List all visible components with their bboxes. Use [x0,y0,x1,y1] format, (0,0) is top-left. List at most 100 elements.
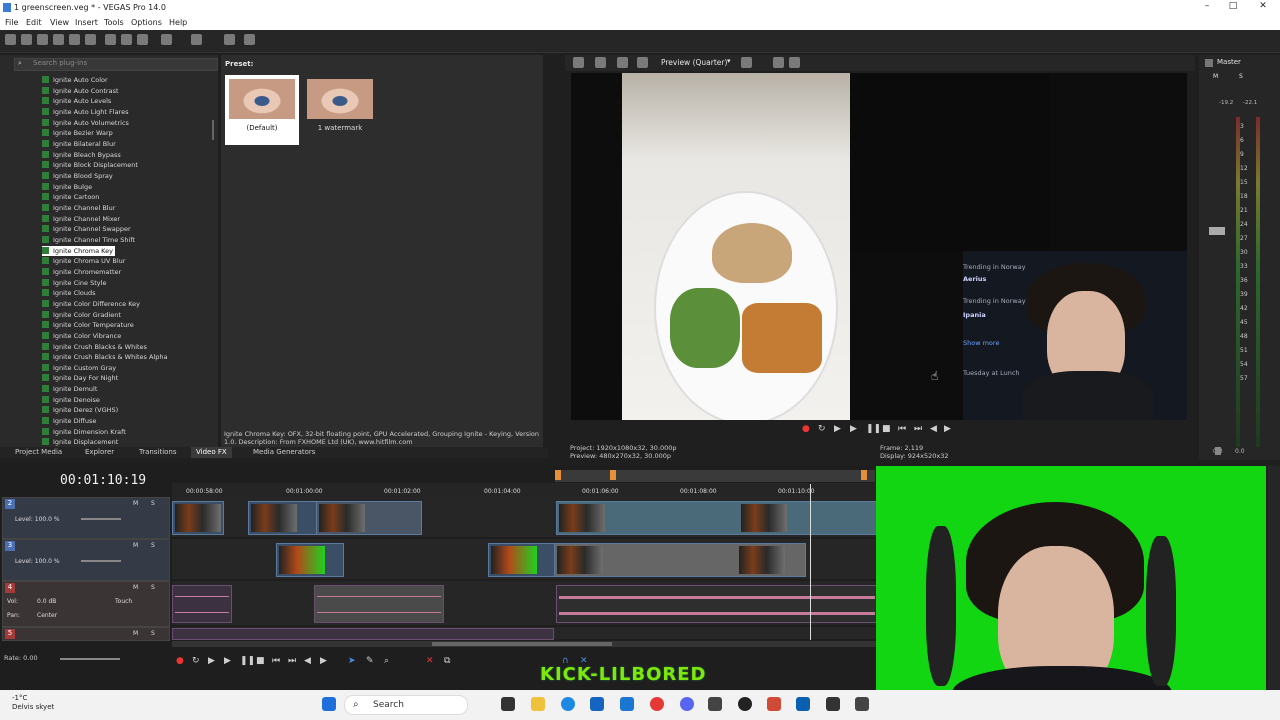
level-slider[interactable] [81,560,121,562]
loop-end-marker[interactable] [861,470,867,480]
track-solo-button[interactable]: S [151,500,155,507]
loop-region-marker[interactable] [610,470,616,480]
track-solo-button[interactable]: S [151,630,155,637]
save-icon[interactable] [37,34,48,45]
loop-icon[interactable]: ↻ [818,424,826,434]
fx-list-item[interactable]: Ignite Color Vibrance [42,331,121,341]
fx-list-item[interactable]: Ignite Channel Blur [42,203,115,213]
video-clip[interactable] [248,501,318,535]
pause-icon[interactable]: ❚❚ [866,424,881,434]
track-solo-button[interactable]: S [151,542,155,549]
fx-list-item[interactable]: Ignite Channel Mixer [42,214,120,224]
loop-icon[interactable]: ↻ [192,656,200,666]
fx-list-item[interactable]: Ignite Chromematter [42,267,121,277]
app-icon[interactable] [826,697,840,711]
redo-icon[interactable] [191,34,202,45]
timeline-ruler[interactable]: 00:00:58:00 00:01:00:00 00:01:02:00 00:0… [172,483,878,497]
video-clip[interactable] [554,543,806,577]
obs-icon[interactable] [738,697,752,711]
whats-this-help-icon[interactable] [244,34,255,45]
fx-list-item[interactable]: Ignite Cartoon [42,192,99,202]
fx-list-item[interactable]: Ignite Auto Volumetrics [42,118,129,128]
go-to-end-icon[interactable]: ⏭ [288,656,296,666]
fx-list-item[interactable]: Ignite Crush Blacks & Whites [42,342,147,352]
fx-list-item[interactable]: Ignite Chroma UV Blur [42,256,125,266]
app-icon[interactable] [855,697,869,711]
fx-list-item[interactable]: Ignite Dimension Kraft [42,427,126,437]
copy-snapshot-icon[interactable] [773,57,784,68]
menu-insert[interactable]: Insert [75,18,98,27]
menu-file[interactable]: File [5,18,18,27]
video-lane-3[interactable] [172,539,878,579]
track-header-video-2[interactable]: 2 M S Level: 100.0 % [2,497,170,539]
task-view-icon[interactable] [501,697,515,711]
normal-edit-tool-icon[interactable]: ➤ [348,656,356,666]
track-mute-button[interactable]: M [133,584,138,591]
video-clip[interactable] [488,543,556,577]
fx-list-item[interactable]: Ignite Channel Swapper [42,224,131,234]
menu-help[interactable]: Help [169,18,187,27]
master-fader[interactable] [1209,227,1225,235]
save-as-icon[interactable] [53,34,64,45]
go-to-start-icon[interactable]: ⏮ [272,656,280,666]
prev-frame-icon[interactable]: ◀ [304,656,311,666]
video-clip[interactable] [276,543,344,577]
timeline-cursor[interactable] [810,484,811,640]
fx-list-item[interactable]: Ignite Block Displacement [42,160,138,170]
fx-list-item[interactable]: Ignite Color Difference Key [42,299,140,309]
timeline-vertical-scrollbar[interactable] [1268,466,1280,690]
fx-list-item[interactable]: Ignite Derez (VGHS) [42,405,118,415]
lock-icon[interactable] [1215,447,1221,455]
master-solo-button[interactable]: S [1239,73,1243,80]
go-to-start-icon[interactable]: ⏮ [898,424,906,434]
go-to-end-icon[interactable]: ⏭ [914,424,922,434]
rate-slider[interactable] [60,658,120,660]
track-header-audio-4[interactable]: 4 M S Vol: 0.0 dB Touch Pan: Center [2,581,170,627]
preset-default[interactable]: (Default) [225,75,299,145]
new-icon[interactable] [5,34,16,45]
next-frame-icon[interactable]: ▶ [320,656,327,666]
record-icon[interactable]: ● [802,424,810,434]
track-mute-button[interactable]: M [133,630,138,637]
track-header-video-3[interactable]: 3 M S Level: 100.0 % [2,539,170,581]
menu-edit[interactable]: Edit [26,18,42,27]
menu-tools[interactable]: Tools [104,18,124,27]
video-clip[interactable] [316,501,422,535]
fx-list-item[interactable]: Ignite Cine Style [42,278,106,288]
delete-icon[interactable]: ✕ [426,656,434,666]
track-mute-button[interactable]: M [133,500,138,507]
audio-clip[interactable] [314,585,444,623]
fx-list-item[interactable]: Ignite Bezier Warp [42,128,113,138]
chrome-icon[interactable] [650,697,664,711]
tab-explorer[interactable]: Explorer [80,447,119,458]
mail-icon[interactable] [620,697,634,711]
enable-snapping-icon[interactable] [224,34,235,45]
fx-list-item[interactable]: Ignite Auto Color [42,75,108,85]
fx-list-item[interactable]: Ignite Diffuse [42,416,96,426]
split-screen-icon[interactable] [617,57,628,68]
fx-list-item[interactable]: Ignite Auto Contrast [42,86,119,96]
fx-list-item[interactable]: Ignite Displacement [42,437,118,447]
next-frame-icon[interactable]: ▶ [944,424,951,434]
app-icon[interactable] [708,697,722,711]
track-mute-button[interactable]: M [133,542,138,549]
tab-media-generators[interactable]: Media Generators [248,447,320,458]
play-from-start-icon[interactable]: ▶ [208,656,215,666]
audio-clip[interactable] [172,585,232,623]
preview-properties-icon[interactable] [573,57,584,68]
tab-transitions[interactable]: Transitions [134,447,182,458]
fx-list-item[interactable]: Ignite Bleach Bypass [42,150,121,160]
play-from-start-icon[interactable]: ▶ [834,424,841,434]
prev-frame-icon[interactable]: ◀ [930,424,937,434]
undo-icon[interactable] [161,34,172,45]
tab-project-media[interactable]: Project Media [10,447,67,458]
fx-list-item[interactable]: Ignite Color Temperature [42,320,134,330]
fx-list-item[interactable]: Ignite Channel Time Shift [42,235,135,245]
store-icon[interactable] [590,697,604,711]
open-icon[interactable] [21,34,32,45]
render-icon[interactable] [69,34,80,45]
track-solo-button[interactable]: S [151,584,155,591]
fx-list-item[interactable]: Ignite Color Gradient [42,310,121,320]
overlays-icon[interactable] [637,57,648,68]
zoom-tool-icon[interactable]: ⌕ [384,656,389,666]
